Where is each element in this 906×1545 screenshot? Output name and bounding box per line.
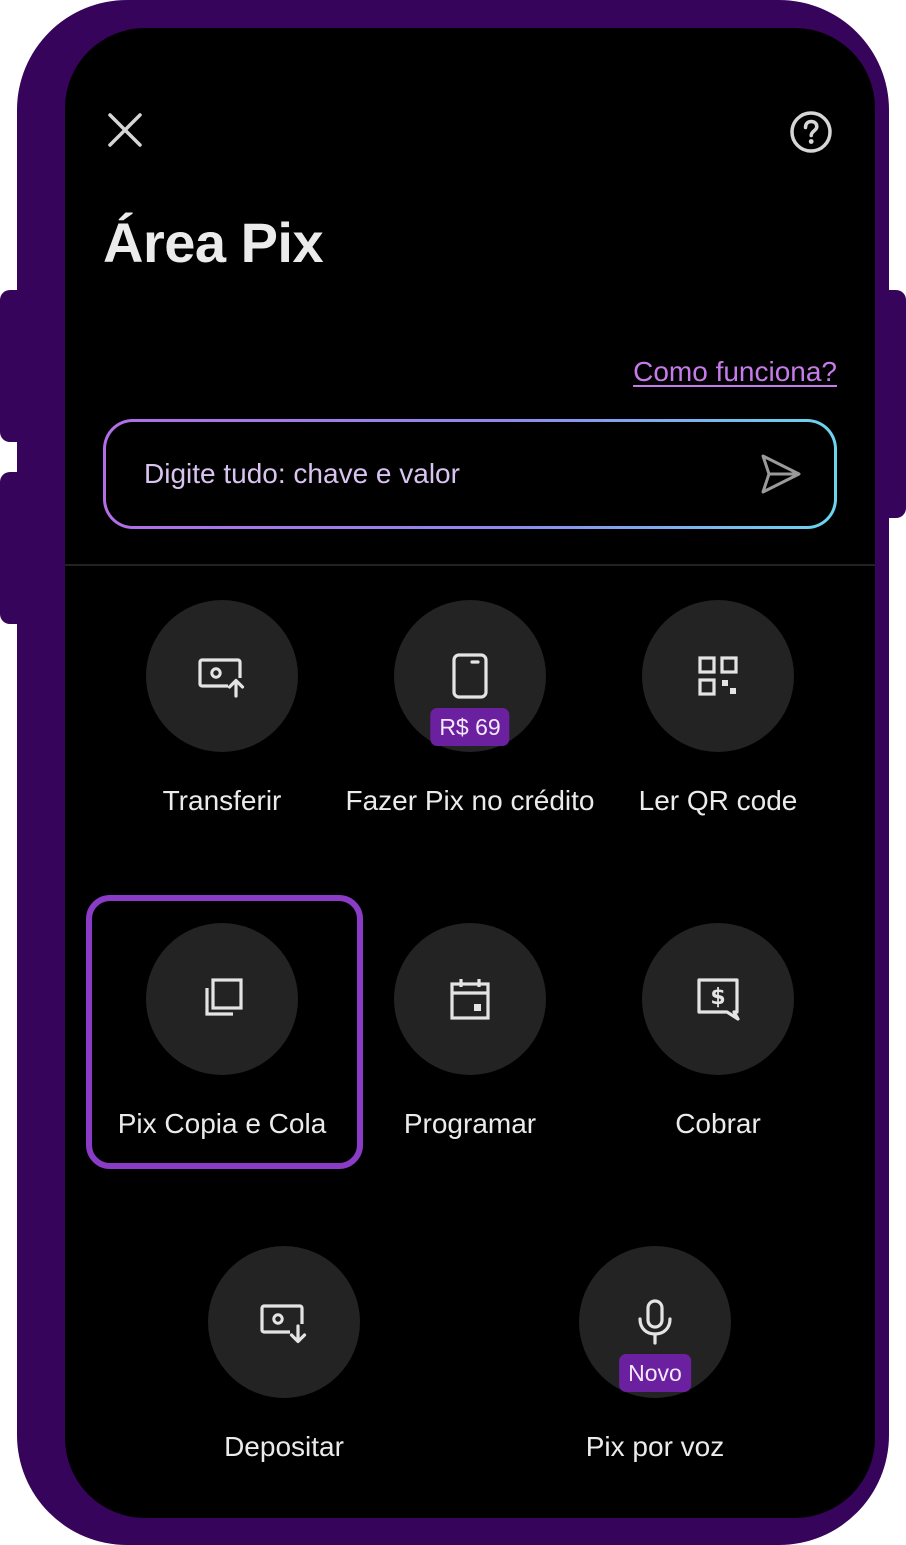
help-circle-icon [790, 111, 832, 153]
action-circle [208, 1246, 360, 1398]
action-label: Ler QR code [638, 785, 798, 816]
action-circle [146, 923, 298, 1075]
new-badge: Novo [619, 1354, 691, 1392]
charge-icon: $ [697, 978, 740, 1021]
page-title: Área Pix [103, 211, 324, 274]
phone-frame: Área Pix Como funciona? Digite tudo: cha… [17, 0, 889, 1545]
pix-key-search-box [103, 419, 837, 529]
section-divider [65, 564, 875, 566]
how-it-works-link[interactable]: Como funciona? [633, 356, 837, 388]
action-circle: Novo [579, 1246, 731, 1398]
action-label: Depositar [224, 1431, 344, 1462]
microphone-icon [638, 1299, 672, 1345]
action-label: Programar [403, 1108, 537, 1139]
copy-icon [205, 978, 243, 1016]
action-deposit[interactable]: Depositar [154, 1246, 414, 1466]
pix-area-screen: Área Pix Como funciona? Digite tudo: cha… [65, 28, 875, 1518]
send-button[interactable] [756, 449, 806, 499]
close-button[interactable] [103, 108, 147, 152]
action-circle: $ [642, 923, 794, 1075]
help-button[interactable] [787, 108, 835, 156]
action-schedule[interactable]: Programar [340, 923, 600, 1143]
action-label: Fazer Pix no crédito [345, 785, 595, 816]
action-pix-by-voice[interactable]: Novo Pix por voz [525, 1246, 785, 1466]
action-charge[interactable]: $ Cobrar [588, 923, 848, 1143]
money-send-icon [198, 658, 248, 700]
action-label: Transferir [162, 785, 282, 816]
pix-key-input[interactable] [142, 443, 756, 505]
action-pix-copy-paste[interactable]: Pix Copia e Cola [92, 923, 352, 1143]
action-pix-credit[interactable]: R$ 69 Fazer Pix no crédito [340, 600, 600, 820]
action-transfer[interactable]: Transferir [92, 600, 352, 820]
action-circle [394, 923, 546, 1075]
svg-text:$: $ [710, 985, 725, 1010]
card-icon [452, 653, 488, 699]
action-circle [146, 600, 298, 752]
action-circle: R$ 69 [394, 600, 546, 752]
credit-limit-badge: R$ 69 [430, 708, 510, 746]
money-receive-icon [260, 1304, 310, 1346]
action-circle [642, 600, 794, 752]
calendar-icon [450, 979, 490, 1020]
action-label: Pix Copia e Cola [117, 1108, 327, 1139]
qr-code-icon [698, 656, 738, 696]
send-icon [761, 454, 801, 494]
search-inner [106, 422, 834, 526]
close-icon [108, 113, 142, 147]
device-mockup: Área Pix Como funciona? Digite tudo: cha… [0, 0, 906, 1545]
action-label: Cobrar [675, 1108, 761, 1139]
action-label: Pix por voz [585, 1431, 725, 1462]
action-read-qr-code[interactable]: Ler QR code [588, 600, 848, 820]
